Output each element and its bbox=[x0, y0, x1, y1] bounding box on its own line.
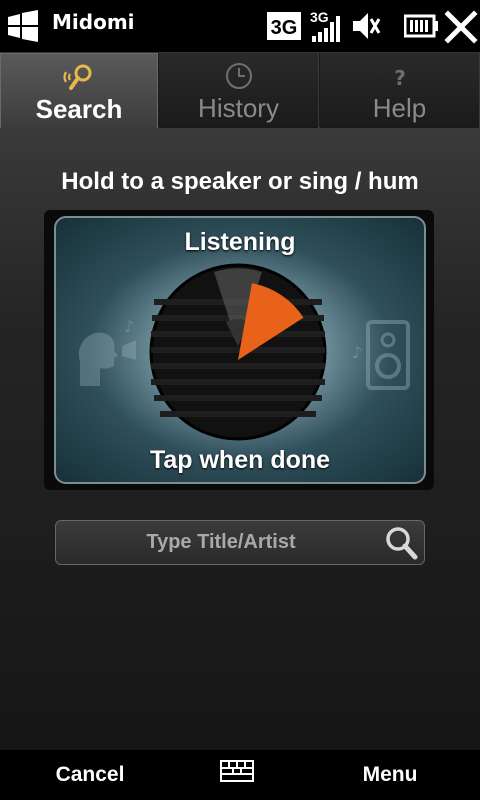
listening-dial bbox=[149, 263, 327, 441]
volume-muted-icon[interactable] bbox=[350, 8, 382, 44]
search-box bbox=[55, 520, 425, 565]
bottom-bar: Cancel Menu bbox=[0, 750, 480, 800]
cancel-button[interactable]: Cancel bbox=[0, 750, 180, 800]
tab-help[interactable]: ? Help bbox=[320, 53, 480, 129]
tap-when-done-label: Tap when done bbox=[149, 446, 331, 474]
status-bar: Midomi 3G 3G bbox=[0, 0, 480, 52]
search-icon[interactable] bbox=[384, 526, 418, 560]
keyboard-icon[interactable] bbox=[219, 758, 255, 784]
svg-text:?: ? bbox=[394, 66, 406, 90]
singer-icon: ♪ bbox=[78, 317, 136, 386]
signal-3g-icon: 3G bbox=[310, 9, 340, 42]
tab-search[interactable]: Search bbox=[0, 53, 158, 129]
app-title: Midomi bbox=[52, 10, 135, 34]
battery-icon bbox=[404, 14, 438, 38]
clock-icon bbox=[225, 63, 252, 89]
svg-text:♪: ♪ bbox=[352, 343, 362, 362]
tab-label: Search bbox=[35, 94, 123, 124]
instruction-text: Hold to a speaker or sing / hum bbox=[61, 168, 419, 195]
svg-text:3G: 3G bbox=[271, 17, 298, 39]
svg-text:3G: 3G bbox=[310, 9, 329, 25]
tab-label: History bbox=[198, 93, 279, 123]
question-icon: ? bbox=[394, 66, 406, 90]
search-input[interactable] bbox=[66, 521, 376, 564]
main-content: Hold to a speaker or sing / hum Listenin… bbox=[0, 128, 480, 750]
data-3g-icon: 3G bbox=[267, 12, 301, 40]
tab-label: Help bbox=[372, 93, 427, 123]
listen-button[interactable]: Listening ♪ ♪ Tap when done bbox=[54, 216, 426, 484]
windows-start-icon[interactable] bbox=[4, 8, 42, 44]
svg-text:♪: ♪ bbox=[124, 317, 134, 336]
speaker-icon: ♪ bbox=[352, 320, 410, 390]
listening-status: Listening bbox=[184, 228, 296, 256]
search-listen-icon bbox=[63, 64, 92, 90]
tab-history[interactable]: History bbox=[159, 53, 319, 129]
menu-button[interactable]: Menu bbox=[300, 750, 480, 800]
listen-panel-frame: Listening ♪ ♪ Tap when done bbox=[44, 210, 434, 490]
close-icon[interactable] bbox=[442, 6, 480, 46]
tab-bar: Search History ? Help bbox=[0, 52, 480, 129]
